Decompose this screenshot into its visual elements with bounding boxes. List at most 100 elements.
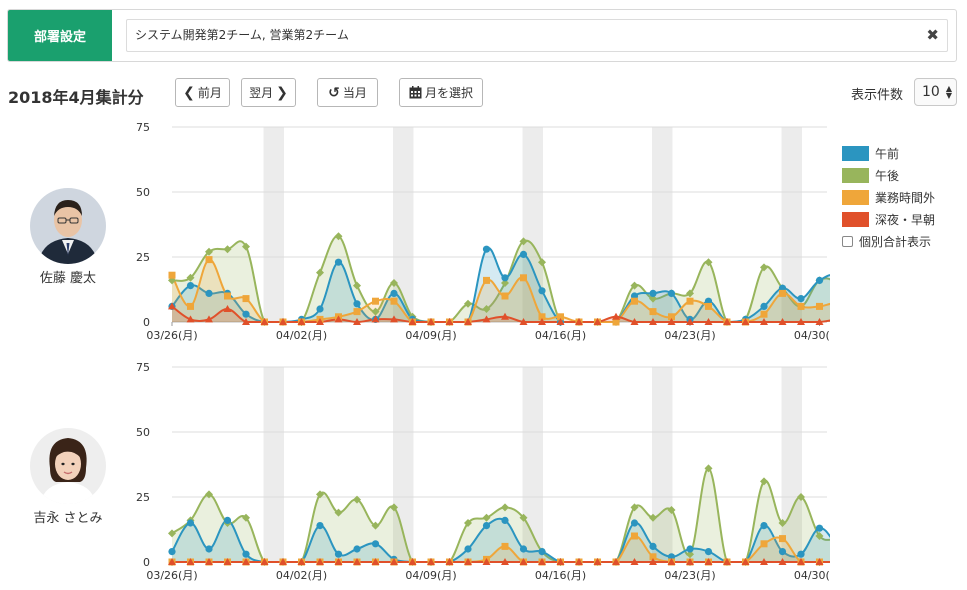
legend-swatch bbox=[842, 145, 869, 161]
data-point bbox=[538, 287, 546, 295]
data-point bbox=[316, 522, 324, 530]
legend-swatch bbox=[842, 189, 869, 205]
individual-total-toggle[interactable]: 個別合計表示 bbox=[842, 230, 935, 252]
avatar[interactable] bbox=[30, 428, 106, 504]
data-point bbox=[815, 524, 824, 532]
person-card: 佐藤 慶太 bbox=[20, 188, 116, 286]
data-point bbox=[760, 310, 768, 318]
data-point bbox=[686, 297, 694, 305]
count-select[interactable]: 10 ▲ ▼ bbox=[914, 78, 957, 106]
count-value: 10 bbox=[922, 84, 940, 100]
chevron-left-icon: ❮ bbox=[183, 84, 195, 101]
avatar[interactable] bbox=[30, 188, 106, 264]
data-point bbox=[519, 250, 528, 258]
legend-item-night[interactable]: 深夜・早朝 bbox=[842, 208, 935, 230]
data-point bbox=[649, 289, 657, 297]
data-point bbox=[538, 548, 546, 556]
legend-item-am[interactable]: 午前 bbox=[842, 142, 935, 164]
chart-sato: 0 25 50 75 03/26(月) 04/02(月) 04/09(月) 04/16(月) 0… bbox=[136, 121, 830, 342]
clear-icon[interactable]: ✖ bbox=[926, 20, 939, 51]
legend-item-pm[interactable]: 午後 bbox=[842, 164, 935, 186]
data-point bbox=[316, 305, 324, 313]
data-point bbox=[667, 289, 676, 297]
legend-label: 業務時間外 bbox=[875, 190, 936, 205]
data-point bbox=[501, 292, 509, 300]
x-tick-label: 04/02(月) bbox=[276, 329, 327, 342]
data-point bbox=[797, 295, 805, 303]
y-tick-label: 0 bbox=[143, 316, 150, 329]
department-select[interactable]: システム開発第2チーム, 営業第2チーム ✖ bbox=[126, 19, 948, 52]
department-filter: 部署設定 システム開発第2チーム, 営業第2チーム ✖ bbox=[7, 9, 957, 62]
y-tick-label: 75 bbox=[136, 121, 150, 134]
legend-label: 深夜・早朝 bbox=[875, 212, 936, 227]
data-point bbox=[371, 540, 380, 548]
data-point bbox=[168, 271, 176, 279]
department-value: システム開発第2チーム, 営業第2チーム bbox=[135, 28, 349, 42]
data-point bbox=[631, 532, 638, 540]
data-point bbox=[520, 274, 527, 282]
data-point bbox=[353, 308, 361, 316]
next-month-button[interactable]: 翌月 ❯ bbox=[241, 78, 296, 107]
legend-label: 午後 bbox=[875, 168, 900, 183]
weekend-band bbox=[263, 367, 284, 562]
calendar-icon bbox=[409, 86, 422, 99]
x-tick-label: 04/30(月) bbox=[794, 569, 830, 582]
chart-yoshinaga: 0 25 50 75 03/26(月) 04/02(月) 04/09(月) 04/16(月) 0… bbox=[136, 361, 830, 582]
x-tick-label: 04/02(月) bbox=[276, 569, 327, 582]
data-point bbox=[797, 302, 805, 310]
x-tick-label: 04/30(月) bbox=[794, 329, 830, 342]
legend-label: 午前 bbox=[875, 146, 900, 161]
data-point bbox=[482, 522, 491, 530]
weekend-band bbox=[263, 127, 284, 322]
checkbox-icon[interactable] bbox=[842, 235, 853, 247]
chevron-right-icon: ❯ bbox=[276, 84, 288, 101]
current-month-button[interactable]: ↺ 当月 bbox=[317, 78, 378, 107]
data-point bbox=[187, 302, 194, 310]
data-point bbox=[649, 308, 657, 316]
data-point bbox=[186, 282, 195, 290]
individual-total-label: 個別合計表示 bbox=[859, 234, 932, 249]
current-month-label: 当月 bbox=[342, 86, 367, 100]
data-point bbox=[205, 256, 213, 264]
data-point bbox=[223, 516, 232, 524]
data-point bbox=[483, 276, 490, 284]
select-month-label: 月を選択 bbox=[424, 86, 473, 100]
select-arrows-icon: ▲ ▼ bbox=[945, 84, 952, 100]
x-tick-label: 04/16(月) bbox=[535, 569, 586, 582]
data-point bbox=[760, 302, 768, 310]
legend-item-overtime[interactable]: 業務時間外 bbox=[842, 186, 935, 208]
data-point bbox=[705, 302, 712, 310]
x-tick-label: 03/26(月) bbox=[146, 329, 197, 342]
x-tick-label: 03/26(月) bbox=[146, 569, 197, 582]
data-point bbox=[815, 276, 824, 284]
person-card: 吉永 さとみ bbox=[20, 428, 116, 526]
data-point bbox=[686, 545, 694, 553]
legend: 午前 午後 業務時間外 深夜・早朝 個別合計表示 bbox=[842, 142, 935, 252]
data-point bbox=[704, 548, 713, 556]
x-tick-label: 04/09(月) bbox=[405, 329, 456, 342]
select-month-button[interactable]: 月を選択 bbox=[399, 78, 483, 107]
y-tick-label: 25 bbox=[136, 491, 150, 504]
prev-month-button[interactable]: ❮ 前月 bbox=[175, 78, 230, 107]
person-name: 吉永 さとみ bbox=[33, 511, 103, 526]
legend-swatch bbox=[842, 167, 869, 183]
data-point bbox=[501, 516, 509, 524]
data-point bbox=[372, 297, 379, 305]
data-point bbox=[501, 274, 509, 282]
data-point bbox=[779, 289, 786, 297]
data-point bbox=[390, 289, 398, 297]
data-point bbox=[464, 545, 472, 553]
period-title: 2018年4月集計分 bbox=[8, 88, 144, 107]
data-point bbox=[649, 542, 657, 550]
toolbar: 2018年4月集計分 ❮ 前月 翌月 ❯ ↺ 当月 月を選択 表示件数 10 ▲… bbox=[0, 76, 967, 110]
y-tick-label: 75 bbox=[136, 361, 150, 374]
x-tick-label: 04/23(月) bbox=[664, 569, 715, 582]
undo-icon: ↺ bbox=[328, 84, 340, 101]
data-point bbox=[242, 550, 250, 558]
data-point bbox=[242, 295, 250, 303]
person-name: 佐藤 慶太 bbox=[39, 271, 97, 286]
data-point bbox=[224, 292, 231, 300]
data-point bbox=[334, 258, 343, 266]
data-point bbox=[816, 302, 823, 310]
data-point bbox=[501, 542, 509, 550]
